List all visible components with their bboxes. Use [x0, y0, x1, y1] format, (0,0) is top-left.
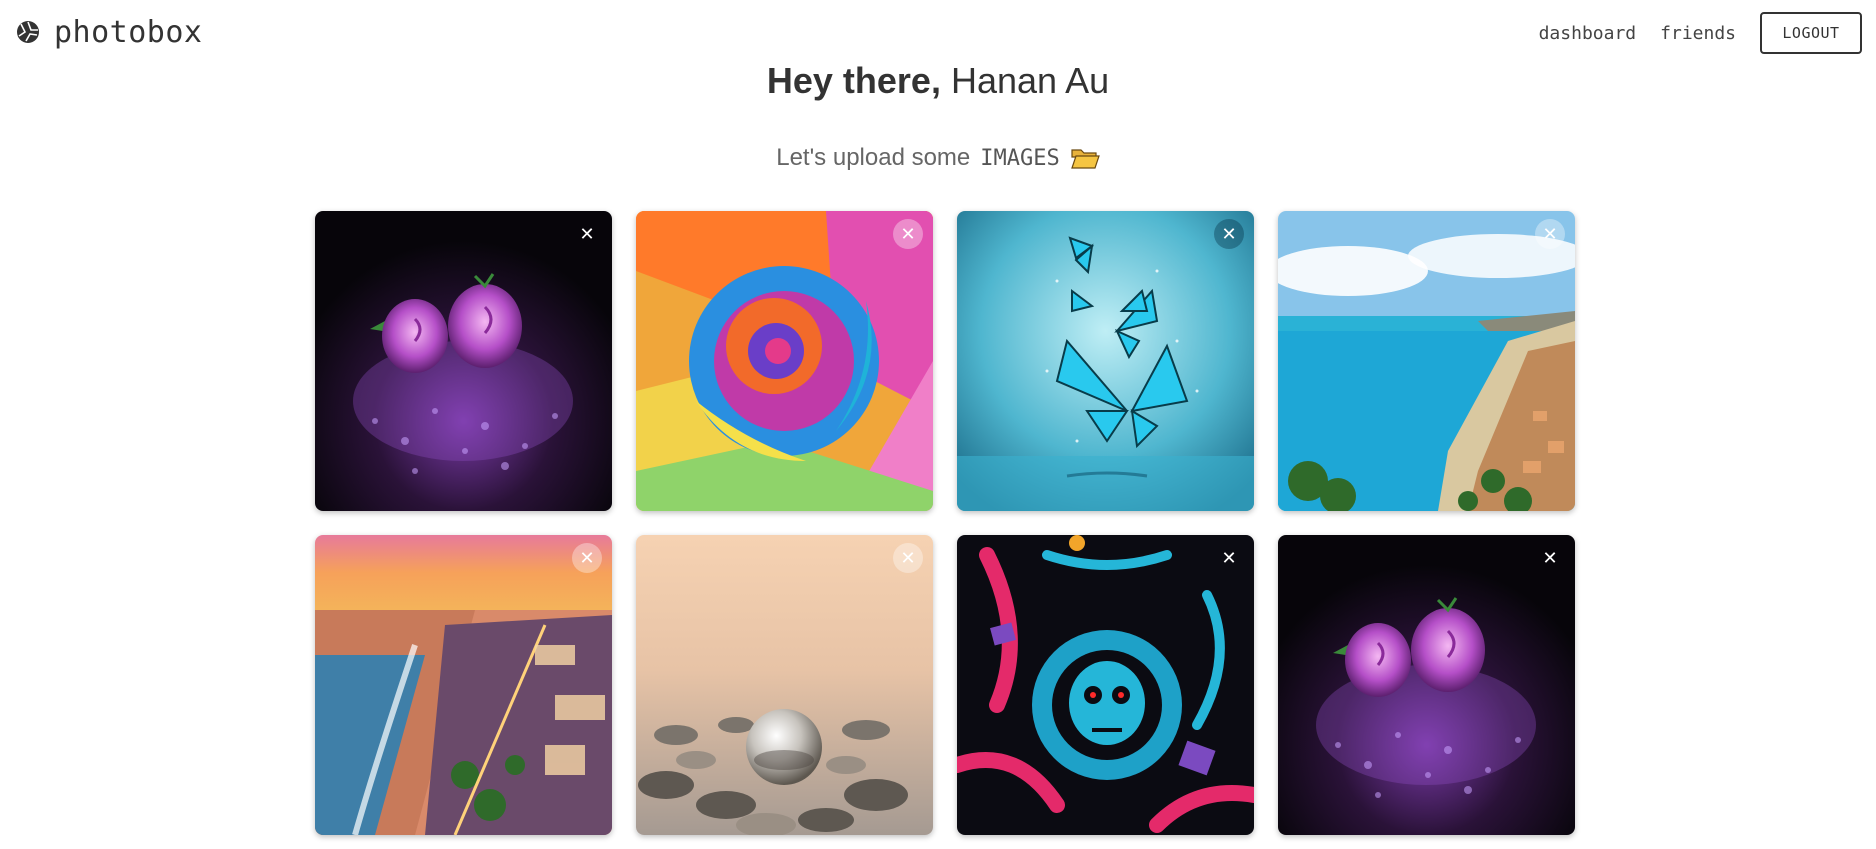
image-card[interactable]: ✕: [636, 211, 933, 511]
image-thumbnail: [1278, 211, 1575, 511]
image-thumbnail: [957, 535, 1254, 835]
image-card[interactable]: ✕: [315, 535, 612, 835]
brand[interactable]: photobox: [16, 14, 203, 50]
greeting-heading: Hey there, Hanan Au: [0, 60, 1876, 102]
image-thumbnail: [315, 535, 612, 835]
open-folder-icon: [1070, 149, 1100, 169]
image-thumbnail: [315, 211, 612, 511]
image-card[interactable]: ✕: [957, 211, 1254, 511]
top-nav: dashboard friends LOGOUT: [1539, 12, 1862, 54]
remove-image-button[interactable]: ✕: [1214, 543, 1244, 573]
image-card[interactable]: ✕: [315, 211, 612, 511]
image-thumbnail: [957, 211, 1254, 511]
remove-image-button[interactable]: ✕: [572, 543, 602, 573]
remove-image-button[interactable]: ✕: [893, 219, 923, 249]
remove-image-button[interactable]: ✕: [1535, 219, 1565, 249]
image-thumbnail: [636, 211, 933, 511]
greeting-prefix: Hey there,: [766, 60, 941, 101]
greeting-user-name: Hanan Au: [950, 60, 1110, 101]
remove-image-button[interactable]: ✕: [572, 219, 602, 249]
brand-name: photobox: [54, 14, 203, 50]
image-card[interactable]: ✕: [1278, 211, 1575, 511]
image-card[interactable]: ✕: [636, 535, 933, 835]
image-card[interactable]: ✕: [957, 535, 1254, 835]
logout-button[interactable]: LOGOUT: [1760, 12, 1862, 54]
image-thumbnail: [636, 535, 933, 835]
image-thumbnail: [1278, 535, 1575, 835]
remove-image-button[interactable]: ✕: [1535, 543, 1565, 573]
nav-dashboard-link[interactable]: dashboard: [1539, 23, 1637, 44]
aperture-icon: [17, 21, 39, 43]
image-card[interactable]: ✕: [1278, 535, 1575, 835]
upload-keyword: IMAGES: [980, 145, 1060, 171]
nav-friends-link[interactable]: friends: [1660, 23, 1736, 44]
image-grid: ✕ ✕ ✕ ✕ ✕ ✕ ✕ ✕: [315, 211, 1575, 835]
upload-text: Let's upload some: [776, 144, 971, 171]
upload-prompt[interactable]: Let's upload some IMAGES: [0, 144, 1876, 172]
remove-image-button[interactable]: ✕: [893, 543, 923, 573]
remove-image-button[interactable]: ✕: [1214, 219, 1244, 249]
